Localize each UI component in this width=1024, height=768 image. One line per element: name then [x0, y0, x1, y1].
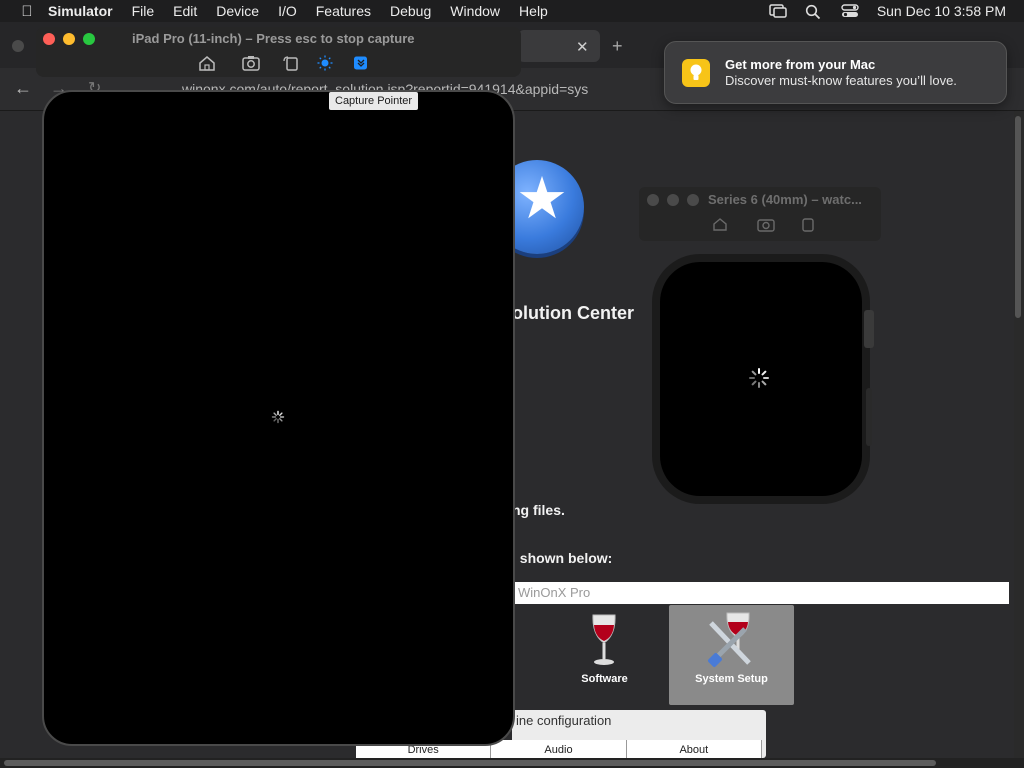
system-setup-tile[interactable]: System Setup [669, 605, 794, 705]
ipad-simulator-title: iPad Pro (11-inch) – Press esc to stop c… [132, 31, 415, 46]
watch-side-button[interactable] [866, 388, 872, 446]
menu-help[interactable]: Help [519, 3, 548, 19]
menubar-clock[interactable]: Sun Dec 10 3:58 PM [877, 3, 1006, 19]
control-center-icon[interactable] [841, 4, 859, 18]
ipad-minimize-button[interactable] [63, 33, 75, 45]
system-setup-icon [708, 612, 751, 667]
rotate-device-icon[interactable] [282, 55, 300, 71]
home-icon[interactable] [198, 55, 216, 71]
capture-keyboard-icon[interactable] [352, 55, 370, 71]
star-icon: ★ [516, 166, 568, 231]
ipad-zoom-button[interactable] [83, 33, 95, 45]
instruction-text-2: , shown below: [512, 550, 613, 566]
watch-digital-crown[interactable] [864, 310, 874, 348]
spotlight-search-icon[interactable] [805, 4, 823, 20]
notification-body: Discover must-know features you’ll love. [725, 73, 957, 88]
menu-file[interactable]: File [132, 3, 155, 19]
vertical-scroll-thumb[interactable] [1015, 116, 1021, 318]
wine-glass-icon [592, 614, 616, 665]
menu-features[interactable]: Features [316, 3, 371, 19]
menu-window[interactable]: Window [450, 3, 500, 19]
watch-simulator-title: Series 6 (40mm) – watc... [708, 192, 862, 207]
tab-close-icon[interactable]: ✕ [576, 38, 589, 56]
browser-close-dot[interactable] [12, 40, 24, 52]
ipad-close-button[interactable] [43, 33, 55, 45]
watch-zoom-button[interactable] [687, 194, 699, 206]
page-heading: olution Center [512, 303, 634, 323]
horizontal-scroll-thumb[interactable] [4, 760, 936, 766]
ipad-loading-spinner-icon [271, 410, 285, 424]
software-label: Software [581, 673, 628, 685]
system-setup-label: System Setup [695, 673, 768, 685]
watch-minimize-button[interactable] [667, 194, 679, 206]
software-tile[interactable]: Software [542, 605, 667, 705]
capture-pointer-tooltip: Capture Pointer [329, 92, 419, 110]
back-arrow-icon[interactable]: ← [14, 78, 32, 99]
watch-screenshot-icon[interactable] [757, 217, 775, 232]
tab-audio[interactable]: Audio [491, 740, 627, 758]
watch-loading-spinner-icon [749, 368, 769, 388]
winonx-search-field[interactable]: WinOnX Pro [512, 582, 1009, 604]
watch-close-button[interactable] [647, 194, 659, 206]
capture-pointer-icon[interactable] [316, 55, 334, 71]
menu-bar:  Simulator File Edit Device I/O Feature… [0, 0, 1024, 22]
menu-device[interactable]: Device [216, 3, 259, 19]
machine-config-title: ine configuration [516, 713, 612, 728]
menu-edit[interactable]: Edit [173, 3, 197, 19]
screen-mirroring-icon[interactable] [769, 4, 787, 18]
watch-home-icon[interactable] [712, 217, 728, 232]
apple-menu-icon[interactable]:  [18, 3, 36, 20]
tips-lightbulb-icon [682, 59, 710, 87]
screenshot-camera-icon[interactable] [242, 55, 260, 71]
watch-rotate-icon[interactable] [801, 217, 815, 232]
new-tab-icon[interactable]: + [612, 36, 623, 57]
instruction-text: ng files. [512, 502, 565, 518]
menu-io[interactable]: I/O [278, 3, 297, 19]
menu-debug[interactable]: Debug [390, 3, 431, 19]
tab-about[interactable]: About [627, 740, 762, 758]
notification-title: Get more from your Mac [725, 57, 876, 72]
menu-simulator[interactable]: Simulator [48, 3, 113, 19]
